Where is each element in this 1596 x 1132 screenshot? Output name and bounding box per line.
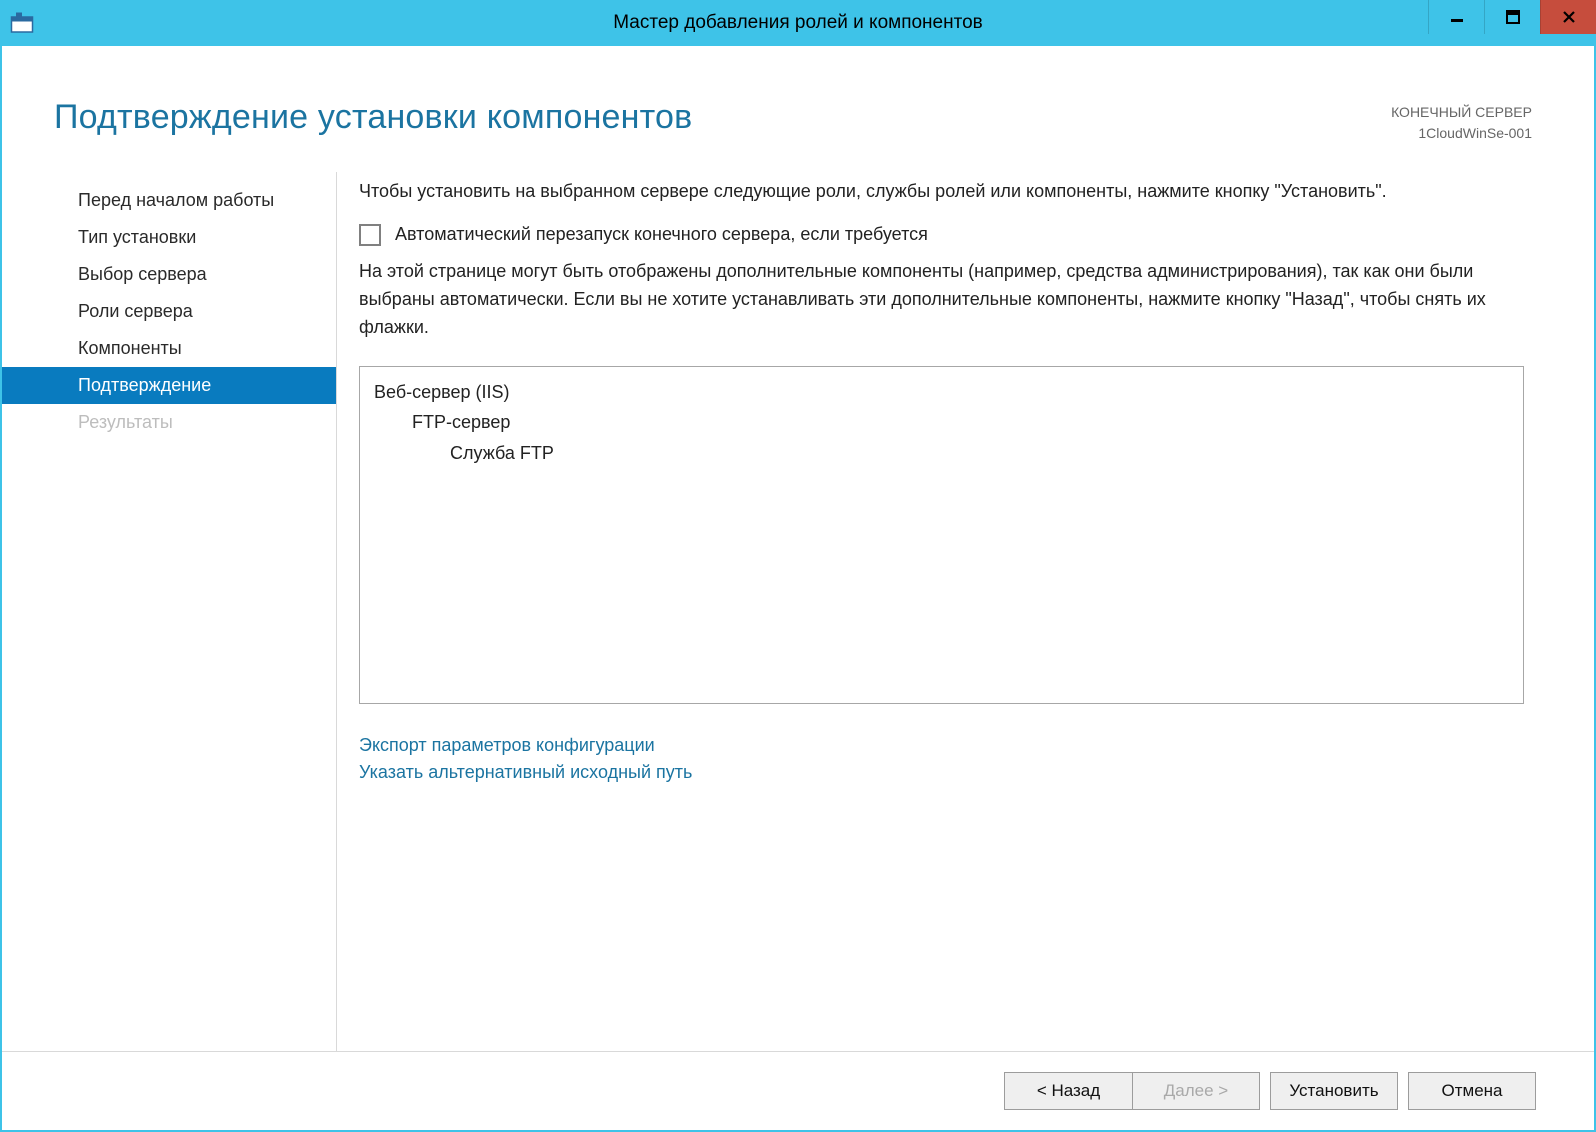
feature-item: Служба FTP [374, 438, 1509, 469]
feature-item: FTP-сервер [374, 407, 1509, 438]
titlebar: Мастер добавления ролей и компонентов [0, 0, 1596, 46]
page-title: Подтверждение установки компонентов [54, 98, 692, 137]
sidebar-item-results: Результаты [2, 404, 336, 441]
sidebar-item-features[interactable]: Компоненты [2, 330, 336, 367]
links: Экспорт параметров конфигурации Указать … [359, 732, 1524, 786]
content: Подтверждение установки компонентов КОНЕ… [0, 46, 1596, 1132]
maximize-button[interactable] [1484, 0, 1540, 34]
restart-checkbox-row[interactable]: Автоматический перезапуск конечного серв… [359, 224, 1524, 246]
nav-button-pair: < Назад Далее > [1004, 1072, 1260, 1110]
export-config-link[interactable]: Экспорт параметров конфигурации [359, 732, 1524, 759]
restart-checkbox-label: Автоматический перезапуск конечного серв… [395, 224, 928, 245]
target-label: КОНЕЧНЫЙ СЕРВЕР [1391, 102, 1532, 123]
target-name: 1CloudWinSe-001 [1391, 123, 1532, 144]
target-server: КОНЕЧНЫЙ СЕРВЕР 1CloudWinSe-001 [1391, 98, 1532, 144]
alt-source-link[interactable]: Указать альтернативный исходный путь [359, 759, 1524, 786]
footer: < Назад Далее > Установить Отмена [2, 1051, 1594, 1130]
cancel-button[interactable]: Отмена [1408, 1072, 1536, 1110]
header: Подтверждение установки компонентов КОНЕ… [2, 46, 1594, 154]
feature-list[interactable]: Веб-сервер (IIS) FTP-сервер Служба FTP [359, 366, 1524, 704]
sidebar-item-confirmation[interactable]: Подтверждение [2, 367, 336, 404]
note-text: На этой странице могут быть отображены д… [359, 258, 1524, 342]
close-button[interactable] [1540, 0, 1596, 34]
sidebar-item-install-type[interactable]: Тип установки [2, 219, 336, 256]
minimize-button[interactable] [1428, 0, 1484, 34]
window-controls [1428, 0, 1596, 34]
sidebar-item-before-begin[interactable]: Перед началом работы [2, 182, 336, 219]
install-button[interactable]: Установить [1270, 1072, 1398, 1110]
window-title: Мастер добавления ролей и компонентов [613, 12, 983, 34]
restart-checkbox[interactable] [359, 224, 381, 246]
intro-text: Чтобы установить на выбранном сервере сл… [359, 178, 1524, 206]
next-button: Далее > [1132, 1072, 1260, 1110]
sidebar-item-server-select[interactable]: Выбор сервера [2, 256, 336, 293]
main: Чтобы установить на выбранном сервере сл… [336, 172, 1594, 1051]
feature-item: Веб-сервер (IIS) [374, 377, 1509, 408]
sidebar-item-server-roles[interactable]: Роли сервера [2, 293, 336, 330]
body: Перед началом работы Тип установки Выбор… [2, 154, 1594, 1051]
sidebar: Перед началом работы Тип установки Выбор… [2, 172, 336, 1051]
back-button[interactable]: < Назад [1004, 1072, 1132, 1110]
app-icon [10, 11, 34, 35]
